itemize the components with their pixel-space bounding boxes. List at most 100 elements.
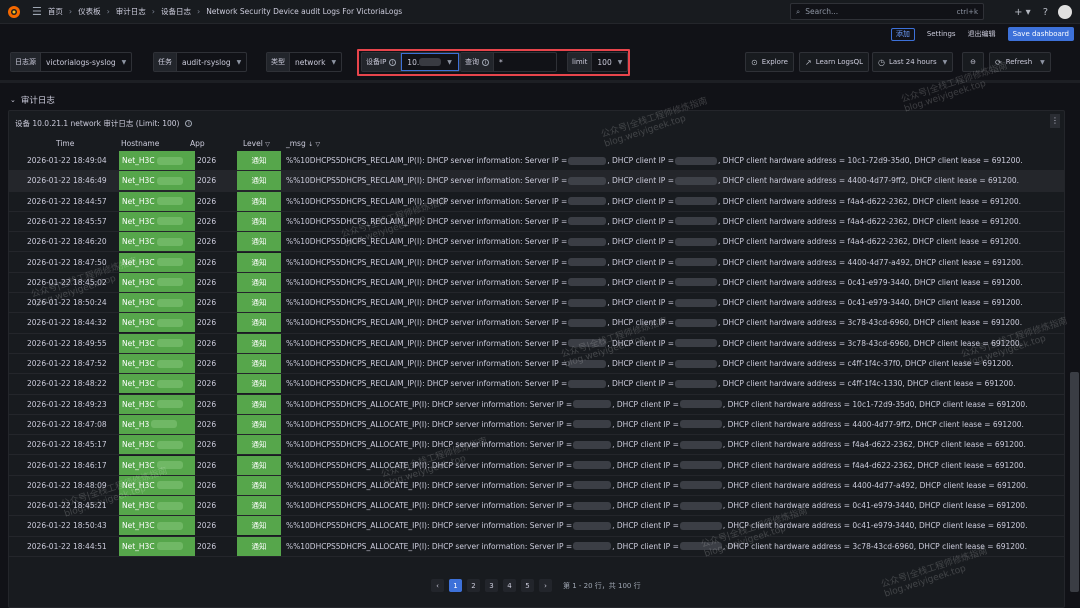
table-row[interactable]: 2026-01-22 18:46:17 Net_H3C 2026 通知 %%10DHCP… bbox=[9, 455, 1064, 476]
table-row[interactable]: 2026-01-22 18:49:23 Net_H3C 2026 通知 %%10DHCP… bbox=[9, 394, 1064, 415]
table-row[interactable]: 2026-01-22 18:46:20 Net_H3C 2026 通知 %%10DHCP… bbox=[9, 232, 1064, 253]
settings-button[interactable]: Settings bbox=[927, 30, 956, 38]
filter-icon[interactable]: ▽ bbox=[265, 141, 270, 148]
page-4-button[interactable]: 4 bbox=[503, 579, 516, 592]
task-variable[interactable]: 任务 audit-rsyslog ▼ bbox=[153, 52, 248, 72]
breadcrumb-home[interactable]: 首页 bbox=[48, 6, 63, 17]
datasource-value: victorialogs-syslog bbox=[46, 57, 116, 67]
cell-hostname: Net_H3C bbox=[119, 333, 195, 353]
cell-hostname: Net_H3C bbox=[119, 151, 195, 170]
type-variable[interactable]: 类型 network ▼ bbox=[266, 52, 343, 72]
cell-app: 2026 bbox=[197, 379, 217, 389]
cell-level: 通知 bbox=[237, 354, 281, 373]
breadcrumb-dashboards[interactable]: 仪表板 bbox=[78, 6, 101, 17]
column-hostname[interactable]: Hostname bbox=[121, 139, 159, 148]
save-dashboard-button[interactable]: Save dashboard bbox=[1007, 27, 1074, 41]
table-row[interactable]: 2026-01-22 18:45:57 Net_H3C 2026 通知 %%10DHCP… bbox=[9, 211, 1064, 233]
logs-table-panel: 设备 10.0.21.1 network 审计日志 (Limit: 100) i… bbox=[8, 110, 1065, 608]
plus-icon[interactable]: + ▾ bbox=[1014, 7, 1031, 18]
table-row[interactable]: 2026-01-22 18:46:49 Net_H3C 2026 通知 %%10DHCP… bbox=[9, 171, 1064, 192]
column-level[interactable]: Level ▽ bbox=[243, 139, 270, 148]
table-row[interactable]: 2026-01-22 18:47:50 Net_H3C 2026 通知 %%10DHCP… bbox=[9, 252, 1064, 273]
cell-time: 2026-01-22 18:49:23 bbox=[27, 399, 107, 409]
page-2-button[interactable]: 2 bbox=[467, 579, 480, 592]
task-select[interactable]: audit-rsyslog ▼ bbox=[177, 53, 246, 71]
refresh-button[interactable]: ⟳ Refresh ▼ bbox=[989, 52, 1051, 72]
cell-level: 通知 bbox=[237, 333, 281, 353]
column-app[interactable]: App bbox=[190, 139, 205, 148]
chevron-down-icon: ▼ bbox=[331, 58, 337, 66]
menu-icon[interactable]: ☰ bbox=[32, 5, 42, 18]
table-row[interactable]: 2026-01-22 18:48:22 Net_H3C 2026 通知 %%10DHCP… bbox=[9, 374, 1064, 395]
cell-hostname: Net_H3C bbox=[119, 536, 195, 556]
cell-level: 通知 bbox=[237, 151, 281, 170]
table-row[interactable]: 2026-01-22 18:49:04 Net_H3C 2026 通知 %%10DHCP… bbox=[9, 151, 1064, 172]
table-row[interactable]: 2026-01-22 18:47:08 Net_H3 2026 通知 %%10DHCPS… bbox=[9, 414, 1064, 436]
explore-button[interactable]: ⊙ Explore bbox=[745, 52, 794, 72]
cell-app: 2026 bbox=[197, 176, 217, 186]
page-5-button[interactable]: 5 bbox=[521, 579, 534, 592]
table-row[interactable]: 2026-01-22 18:45:21 Net_H3C 2026 通知 %%10DHCP… bbox=[9, 496, 1064, 517]
datasource-variable[interactable]: 日志源 victorialogs-syslog ▼ bbox=[10, 52, 133, 72]
cell-time: 2026-01-22 18:46:49 bbox=[27, 176, 107, 186]
page-1-button[interactable]: 1 bbox=[449, 579, 462, 592]
sort-icon[interactable]: ↓ bbox=[308, 141, 313, 148]
cell-hostname: Net_H3C bbox=[119, 394, 195, 414]
page-3-button[interactable]: 3 bbox=[485, 579, 498, 592]
add-button[interactable]: 添加 bbox=[890, 27, 915, 41]
zoom-out-button[interactable]: ⊖ bbox=[962, 52, 984, 72]
learn-logsql-button[interactable]: ↗ Learn LogsQL bbox=[799, 52, 870, 72]
panel-menu-icon[interactable]: ⋮ bbox=[1050, 114, 1060, 128]
cell-app: 2026 bbox=[197, 399, 217, 409]
cell-level: 通知 bbox=[237, 516, 281, 536]
search-input[interactable]: ⌕ Search... ctrl+k bbox=[790, 3, 984, 20]
table-row[interactable]: 2026-01-22 18:50:43 Net_H3C 2026 通知 %%10DHCP… bbox=[9, 516, 1064, 537]
cell-hostname: Net_H3 bbox=[119, 414, 195, 434]
grafana-logo-icon[interactable] bbox=[6, 4, 22, 20]
prev-page-button[interactable]: ‹ bbox=[431, 579, 444, 592]
exit-edit-button[interactable]: 退出编辑 bbox=[968, 29, 996, 39]
table-row[interactable]: 2026-01-22 18:44:51 Net_H3C 2026 通知 %%10DHCP… bbox=[9, 536, 1064, 557]
cell-hostname: Net_H3C bbox=[119, 435, 195, 455]
cell-time: 2026-01-22 18:48:22 bbox=[27, 379, 107, 389]
table-row[interactable]: 2026-01-22 18:44:32 Net_H3C 2026 通知 %%10DHCP… bbox=[9, 313, 1064, 334]
cell-msg: %%10DHCPS5DHCPS_ALLOCATE_IP(I): DHCP ser… bbox=[286, 419, 1024, 429]
cell-level: 通知 bbox=[237, 455, 281, 475]
table-row[interactable]: 2026-01-22 18:47:52 Net_H3C 2026 通知 %%10DHCP… bbox=[9, 354, 1064, 375]
cell-level: 通知 bbox=[237, 475, 281, 495]
type-select[interactable]: network ▼ bbox=[290, 53, 341, 71]
panel-title: 设备 10.0.21.1 network 审计日志 (Limit: 100) i bbox=[15, 118, 193, 129]
datasource-select[interactable]: victorialogs-syslog ▼ bbox=[41, 53, 131, 71]
time-range-picker[interactable]: ◷ Last 24 hours ▼ bbox=[872, 52, 954, 72]
cell-msg: %%10DHCPS5DHCPS_ALLOCATE_IP(I): DHCP ser… bbox=[286, 440, 1026, 450]
table-row[interactable]: 2026-01-22 18:44:57 Net_H3C 2026 通知 %%10DHCP… bbox=[9, 191, 1064, 212]
cell-time: 2026-01-22 18:44:51 bbox=[27, 541, 107, 551]
external-link-icon: ↗ bbox=[805, 57, 812, 67]
column-time[interactable]: Time bbox=[56, 139, 74, 148]
next-page-button[interactable]: › bbox=[539, 579, 552, 592]
cell-time: 2026-01-22 18:45:57 bbox=[27, 216, 107, 226]
table-row[interactable]: 2026-01-22 18:48:09 Net_H3C 2026 通知 %%10DHCP… bbox=[9, 475, 1064, 497]
table-row[interactable]: 2026-01-22 18:45:17 Net_H3C 2026 通知 %%10DHCP… bbox=[9, 435, 1064, 456]
cell-app: 2026 bbox=[197, 521, 217, 531]
help-icon[interactable]: ? bbox=[1043, 7, 1048, 18]
scrollbar[interactable] bbox=[1070, 372, 1079, 592]
cell-msg: %%10DHCPS5DHCPS_RECLAIM_IP(I): DHCP serv… bbox=[286, 216, 1022, 226]
cell-hostname: Net_H3C bbox=[119, 455, 195, 475]
breadcrumb-device-logs[interactable]: 设备日志 bbox=[161, 6, 191, 17]
column-msg[interactable]: _msg ↓ ▽ bbox=[286, 139, 320, 148]
filter-icon[interactable]: ▽ bbox=[316, 141, 321, 148]
cell-time: 2026-01-22 18:45:17 bbox=[27, 440, 107, 450]
breadcrumb-audit[interactable]: 审计日志 bbox=[116, 6, 146, 17]
table-row[interactable]: 2026-01-22 18:49:55 Net_H3C 2026 通知 %%10DHCP… bbox=[9, 333, 1064, 354]
row-header-audit[interactable]: ⌄ 审计日志 bbox=[10, 94, 55, 106]
table-row[interactable]: 2026-01-22 18:45:02 Net_H3C 2026 通知 %%10DHCP… bbox=[9, 272, 1064, 294]
table-row[interactable]: 2026-01-22 18:50:24 Net_H3C 2026 通知 %%10DHCP… bbox=[9, 293, 1064, 314]
cell-app: 2026 bbox=[197, 298, 217, 308]
datasource-label: 日志源 bbox=[11, 53, 41, 71]
chevron-right-icon: › bbox=[151, 7, 155, 16]
cell-msg: %%10DHCPS5DHCPS_RECLAIM_IP(I): DHCP serv… bbox=[286, 156, 1023, 165]
chevron-down-icon: ▼ bbox=[236, 58, 242, 66]
info-icon: i bbox=[185, 120, 193, 127]
avatar[interactable] bbox=[1058, 5, 1072, 19]
